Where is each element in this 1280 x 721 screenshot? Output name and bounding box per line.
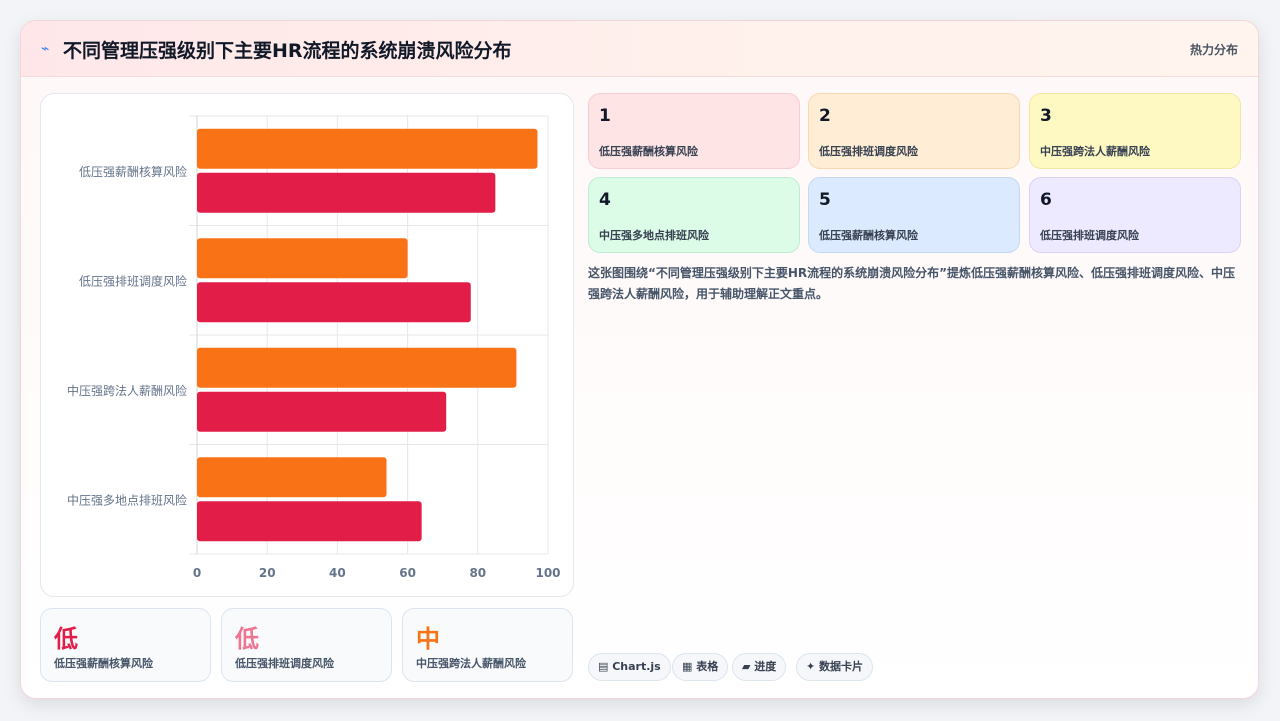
level-card-3[interactable]: 中 中压强跨法人薪酬风险	[402, 608, 573, 682]
tag-data-cards[interactable]: ✦ 数据卡片	[796, 653, 874, 681]
tag-chartjs[interactable]: ▤ Chart.js	[588, 653, 671, 681]
main-card: ⌁ 不同管理压强级别下主要HR流程的系统崩溃风险分布 热力分布 低压强薪酬核算风…	[20, 20, 1259, 699]
bar-series-2	[197, 172, 496, 213]
bar-series-2	[197, 501, 422, 542]
level-label: 低压强薪酬核算风险	[54, 657, 153, 670]
x-tick-label: 80	[469, 566, 486, 580]
bolt-icon: ⌁	[41, 41, 50, 57]
risk-tile-6[interactable]: 6 低压强排班调度风险	[1029, 177, 1241, 253]
bar-series-1	[197, 347, 517, 388]
x-tick-label: 0	[193, 566, 201, 580]
tile-number: 6	[1040, 190, 1052, 210]
level-value: 中	[416, 625, 440, 653]
bar-series-1	[197, 128, 538, 169]
level-label: 中压强跨法人薪酬风险	[416, 657, 526, 670]
y-tick-label: 低压强排班调度风险	[79, 273, 187, 288]
tile-label: 低压强薪酬核算风险	[599, 145, 698, 158]
tile-label: 低压强排班调度风险	[819, 145, 918, 158]
risk-tile-1[interactable]: 1 低压强薪酬核算风险	[588, 93, 800, 169]
heatmap-badge[interactable]: 热力分布	[1190, 41, 1238, 58]
risk-tile-2[interactable]: 2 低压强排班调度风险	[808, 93, 1020, 169]
level-value: 低	[54, 625, 78, 653]
tile-number: 3	[1040, 106, 1052, 126]
tag-table[interactable]: ▦ 表格	[672, 653, 729, 681]
tile-label: 低压强薪酬核算风险	[819, 229, 918, 242]
bar-chart: 低压强薪酬核算风险低压强排班调度风险中压强跨法人薪酬风险中压强多地点排班风险 0 2…	[67, 115, 561, 580]
tile-label: 中压强多地点排班风险	[599, 229, 709, 242]
page-title: 不同管理压强级别下主要HR流程的系统崩溃风险分布	[63, 40, 512, 62]
tile-label: 中压强跨法人薪酬风险	[1040, 145, 1150, 158]
bar-series-2	[197, 391, 447, 432]
x-tick-label: 100	[535, 566, 560, 580]
tile-number: 5	[819, 190, 831, 210]
y-tick-label: 低压强薪酬核算风险	[79, 164, 187, 179]
risk-tile-5[interactable]: 5 低压强薪酬核算风险	[808, 177, 1020, 253]
level-value: 低	[235, 625, 259, 653]
description-text: 这张图围绕“不同管理压强级别下主要HR流程的系统崩溃风险分布”提炼低压强薪酬核算…	[588, 266, 1236, 301]
bar-series-1	[197, 238, 408, 279]
chart-panel: 低压强薪酬核算风险 低压强排班调度风险中压强跨法人薪酬风险 中压强多地点排班风险 0 2…	[40, 93, 574, 597]
y-tick-label: 中压强多地点排班风险	[67, 492, 187, 507]
level-card-1[interactable]: 低 低压强薪酬核算风险	[40, 608, 211, 682]
tile-number: 2	[819, 106, 831, 126]
tile-label: 低压强排班调度风险	[1040, 229, 1139, 242]
bar-series-2	[197, 282, 471, 323]
x-tick-label: 20	[259, 566, 276, 580]
risk-tile-4[interactable]: 4 中压强多地点排班风险	[588, 177, 800, 253]
tile-number: 4	[599, 190, 611, 210]
tile-number: 1	[599, 106, 611, 126]
y-tick-label: 中压强跨法人薪酬风险	[67, 383, 187, 398]
tag-progress[interactable]: ▰ 进度	[732, 653, 787, 681]
level-card-2[interactable]: 低 低压强排班调度风险	[221, 608, 392, 682]
header: ⌁ 不同管理压强级别下主要HR流程的系统崩溃风险分布 热力分布	[21, 21, 1258, 77]
level-label: 低压强排班调度风险	[235, 657, 334, 670]
risk-tile-3[interactable]: 3 中压强跨法人薪酬风险	[1029, 93, 1241, 169]
bar-series-1	[197, 457, 387, 498]
x-tick-label: 60	[399, 566, 416, 580]
x-tick-label: 40	[329, 566, 346, 580]
